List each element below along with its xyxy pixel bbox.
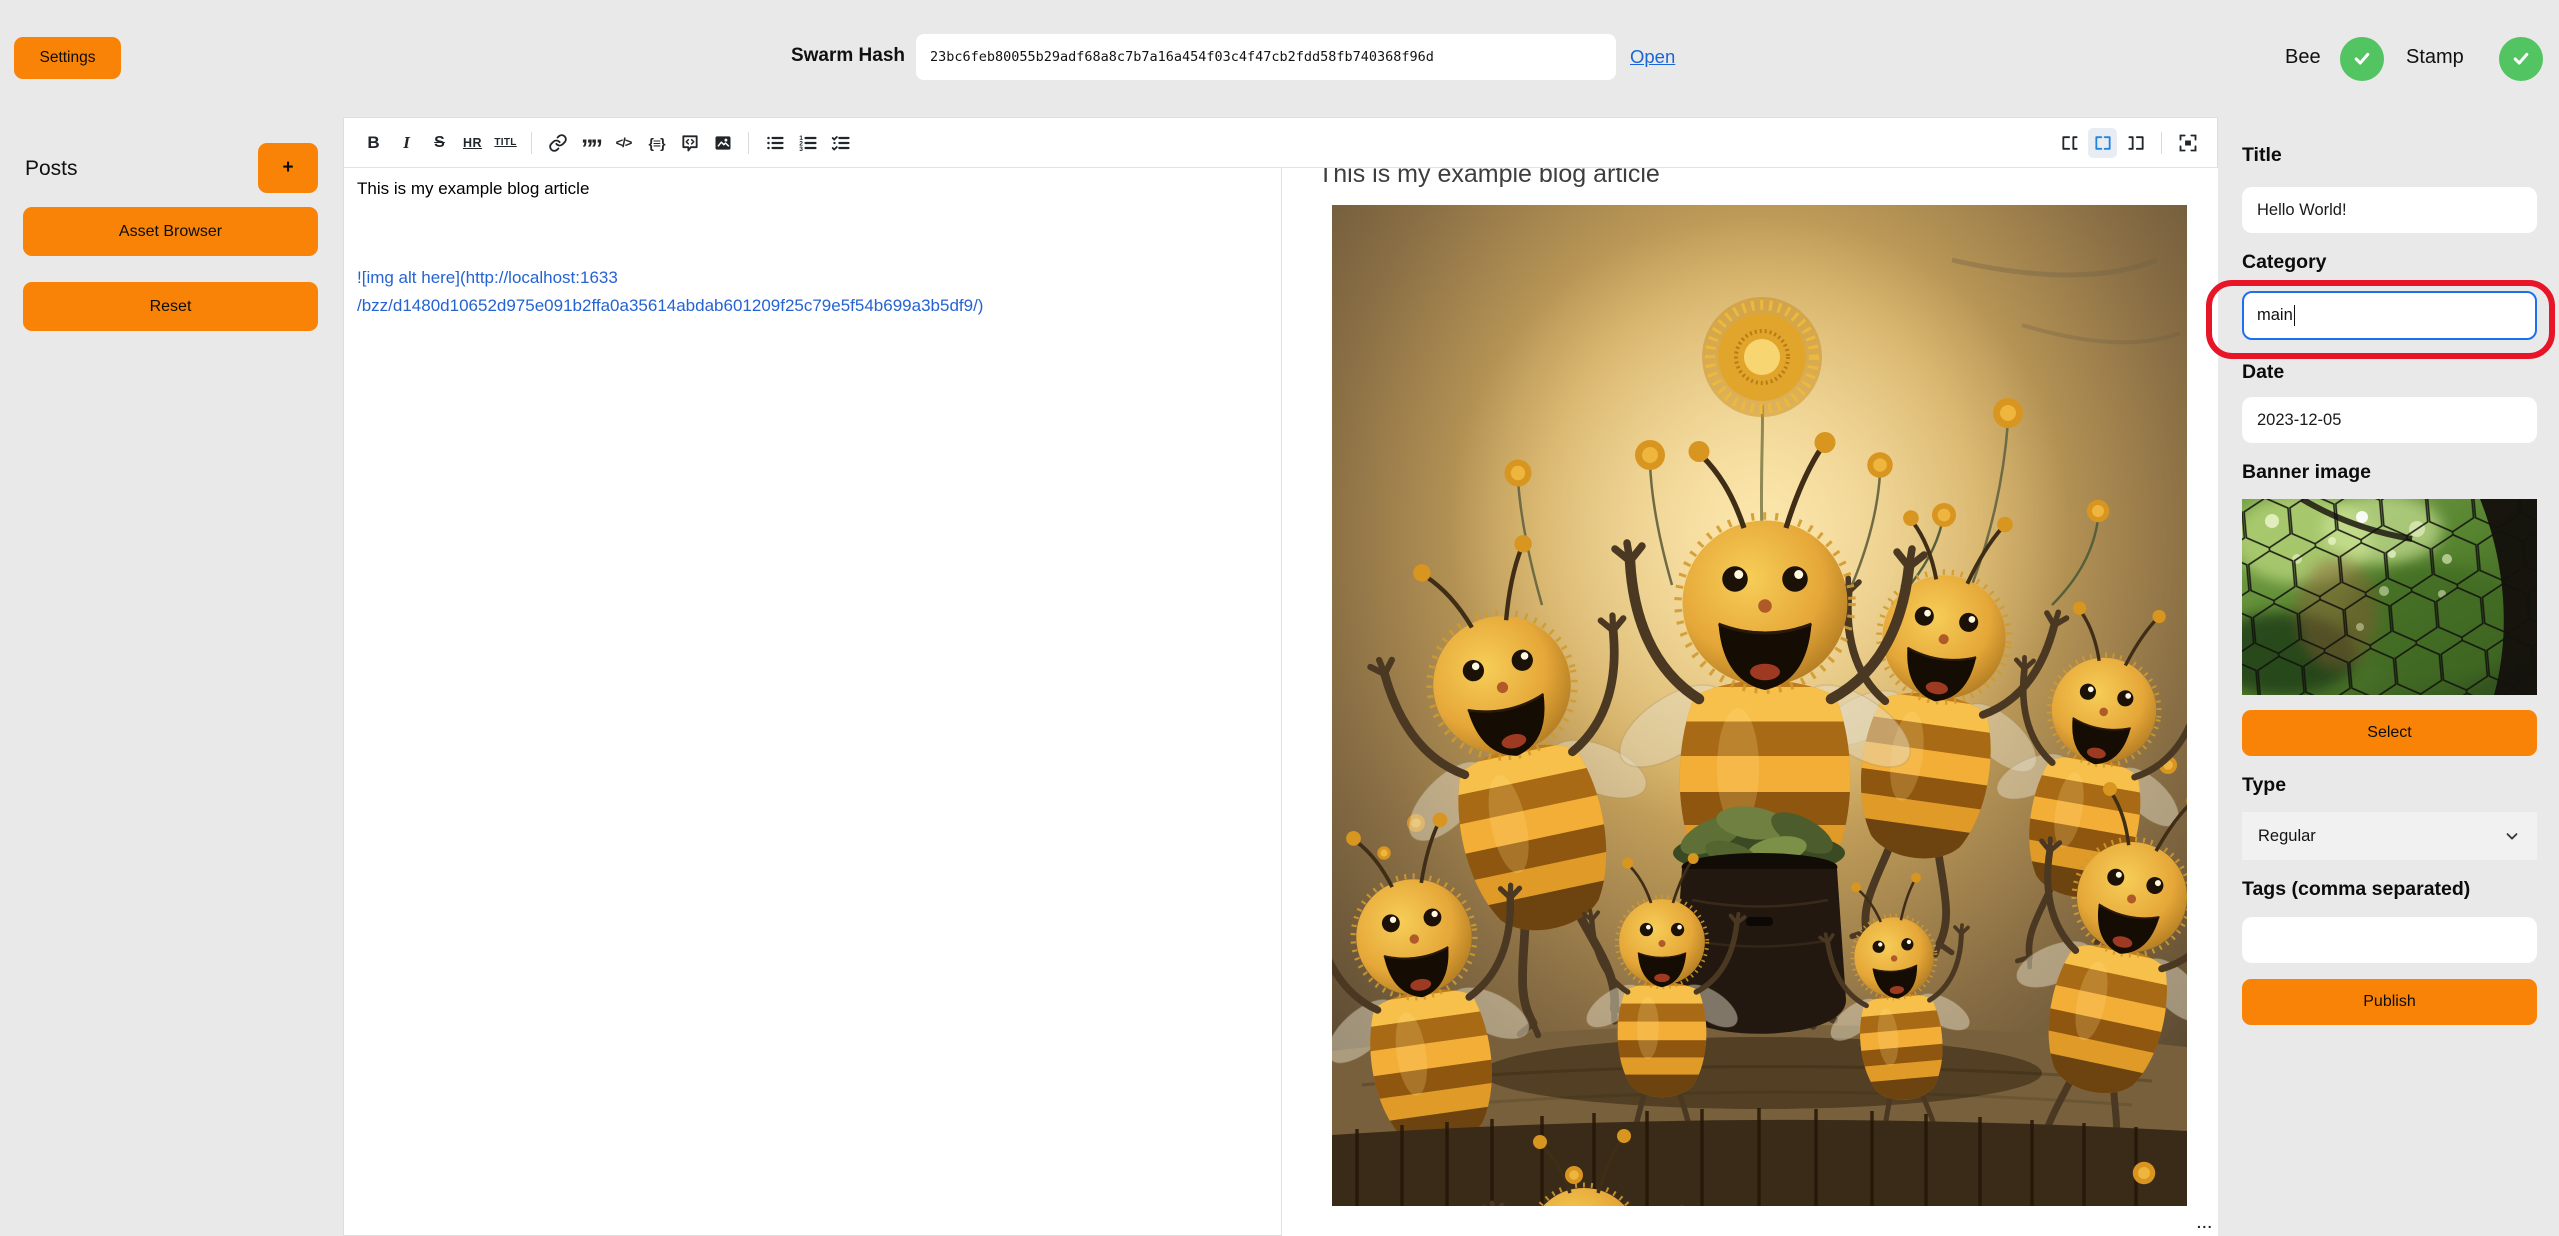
swarm-hash-label: Swarm Hash (745, 45, 905, 67)
toolbar-separator (531, 132, 532, 154)
settings-button[interactable]: Settings (14, 37, 121, 79)
banner-image-label: Banner image (2242, 461, 2371, 484)
preview-heading: This is my example blog article (1318, 168, 2218, 189)
category-input[interactable]: main (2242, 291, 2537, 340)
image-icon[interactable] (708, 128, 737, 158)
italic-button[interactable]: I (392, 128, 421, 158)
bee-status-label: Bee (2285, 46, 2321, 69)
svg-text:3: 3 (799, 145, 803, 152)
task-list-icon[interactable] (826, 128, 855, 158)
preview-overflow-dots: ... (2197, 1215, 2213, 1231)
markdown-link-line2: /bzz/d1480d10652d975e091b2ffa0a35614abda… (357, 292, 983, 320)
toolbar-separator (748, 132, 749, 154)
stamp-status-label: Stamp (2406, 46, 2464, 69)
unordered-list-icon[interactable] (760, 128, 789, 158)
banner-select-button[interactable]: Select (2242, 710, 2537, 756)
preview-pane: This is my example blog article (1282, 168, 2218, 1236)
date-label: Date (2242, 361, 2284, 384)
horizontal-rule-button[interactable]: HR (458, 128, 487, 158)
tags-input[interactable] (2242, 917, 2537, 963)
type-select[interactable]: Regular (2242, 812, 2537, 860)
preview-bees-image (1332, 205, 2187, 1206)
open-link[interactable]: Open (1630, 46, 1675, 68)
toolbar-view-controls (2053, 128, 2204, 158)
toolbar-separator (2161, 132, 2162, 154)
side-preview-icon[interactable] (2121, 128, 2150, 158)
blog-editor-app: Settings Swarm Hash Open Bee Stamp Posts… (0, 0, 2559, 1236)
code-icon[interactable]: </> (609, 128, 638, 158)
text-caret (2294, 305, 2296, 326)
category-label: Category (2242, 251, 2327, 274)
type-label: Type (2242, 774, 2286, 797)
reset-button[interactable]: Reset (23, 282, 318, 331)
ordered-list-icon[interactable]: 1 2 3 (793, 128, 822, 158)
embed-icon[interactable] (675, 128, 704, 158)
bee-check-icon (2340, 37, 2384, 81)
posts-heading: Posts (25, 157, 78, 181)
side-by-side-icon[interactable] (2088, 128, 2117, 158)
fullscreen-icon[interactable] (2173, 128, 2202, 158)
editor-toolbar: B I S HR TITL ”” </> {≡} (344, 118, 2217, 168)
side-editor-icon[interactable] (2055, 128, 2084, 158)
tags-label: Tags (comma separated) (2242, 878, 2470, 901)
title-heading-button[interactable]: TITL (491, 128, 520, 158)
title-input[interactable] (2242, 187, 2537, 233)
code-block-icon[interactable]: {≡} (642, 128, 671, 158)
category-value: main (2257, 306, 2293, 325)
date-input[interactable] (2242, 397, 2537, 443)
bold-button[interactable]: B (359, 128, 388, 158)
title-label: Title (2242, 144, 2282, 167)
strikethrough-button[interactable]: S (425, 128, 454, 158)
asset-browser-button[interactable]: Asset Browser (23, 207, 318, 256)
stamp-check-icon (2499, 37, 2543, 81)
chevron-down-icon (2503, 827, 2521, 845)
type-selected-value: Regular (2258, 827, 2316, 846)
markdown-link-line1: ![img alt here](http://localhost:1633 (357, 264, 983, 292)
editor-text-line: This is my example blog article (357, 179, 589, 199)
quote-icon[interactable]: ”” (576, 128, 605, 158)
swarm-hash-input[interactable] (916, 34, 1616, 80)
banner-image-thumbnail (2242, 499, 2537, 695)
editor-image-markdown: ![img alt here](http://localhost:1633 /b… (357, 264, 983, 320)
publish-button[interactable]: Publish (2242, 979, 2537, 1025)
link-icon[interactable] (543, 128, 572, 158)
new-post-button[interactable]: + (258, 143, 318, 193)
